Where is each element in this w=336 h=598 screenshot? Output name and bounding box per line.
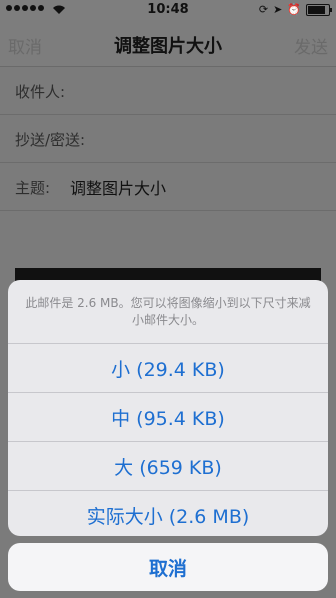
size-option-large[interactable]: 大 (659 KB) (8, 441, 328, 490)
size-option-medium[interactable]: 中 (95.4 KB) (8, 392, 328, 441)
to-field[interactable]: 收件人: (0, 67, 336, 115)
status-right: ⟳ ➤ ⏰ (258, 3, 332, 16)
subject-label: 主题: (15, 179, 51, 197)
cancel-button[interactable]: 取消 (8, 543, 328, 591)
subject-field[interactable]: 主题: 调整图片大小 (0, 163, 336, 211)
location-icon: ➤ (273, 3, 283, 16)
size-option-small[interactable]: 小 (29.4 KB) (8, 343, 328, 392)
rotation-lock-icon: ⟳ (258, 3, 269, 16)
send-button[interactable]: 发送 (294, 33, 328, 58)
cc-bcc-field[interactable]: 抄送/密送: (0, 115, 336, 163)
size-option-actual[interactable]: 实际大小 (2.6 MB) (8, 490, 328, 536)
status-bar: 10:48 ⟳ ➤ ⏰ (0, 0, 336, 20)
alarm-icon: ⏰ (287, 3, 301, 16)
to-label: 收件人: (15, 83, 66, 101)
resize-action-sheet: 此邮件是 2.6 MB。您可以将图像缩小到以下尺寸来减小邮件大小。 小 (29.… (8, 280, 328, 536)
battery-icon (306, 3, 332, 16)
page-title: 调整图片大小 (114, 36, 222, 57)
sheet-message: 此邮件是 2.6 MB。您可以将图像缩小到以下尺寸来减小邮件大小。 (25, 295, 311, 327)
cc-bcc-label: 抄送/密送: (15, 131, 86, 149)
nav-bar: 取消 调整图片大小 发送 (0, 20, 336, 67)
subject-value: 调整图片大小 (70, 179, 167, 198)
